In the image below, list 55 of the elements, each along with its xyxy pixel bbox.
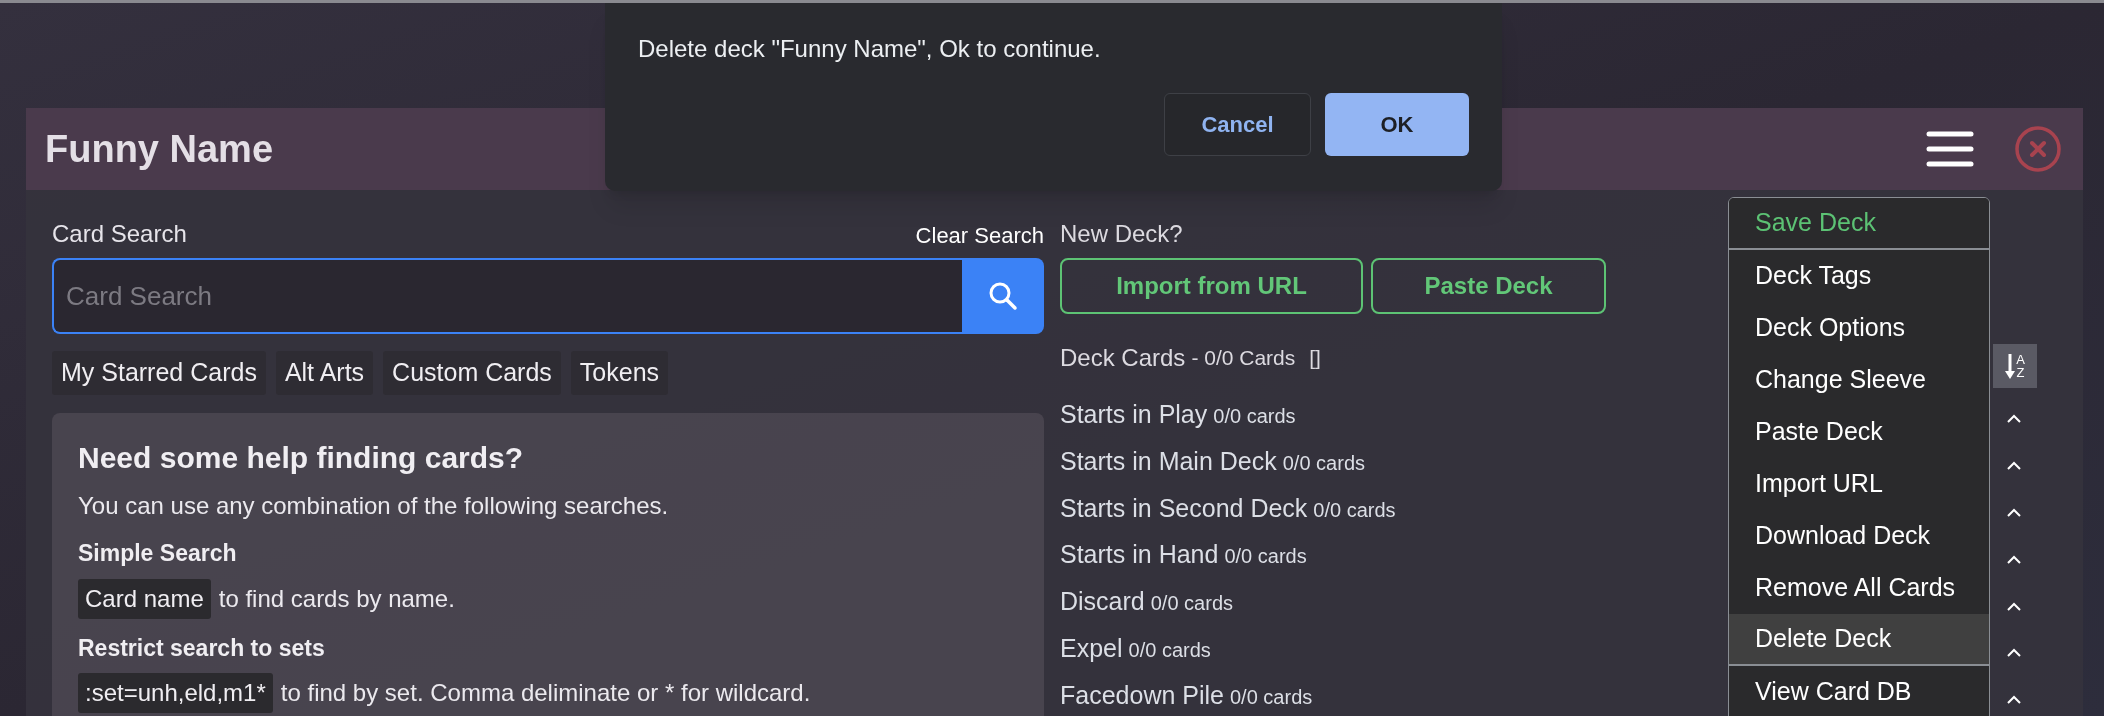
zone-count: 0/0 cards bbox=[1224, 544, 1307, 570]
sort-button[interactable]: A Z bbox=[1993, 344, 2037, 388]
filter-button[interactable]: My Starred Cards bbox=[52, 351, 266, 395]
collapse-icon[interactable] bbox=[2006, 414, 2022, 425]
cancel-button[interactable]: Cancel bbox=[1164, 93, 1311, 156]
deck-cards-heading: Deck Cards bbox=[1060, 343, 1186, 373]
deck-card-count: - 0/0 Cards bbox=[1191, 345, 1296, 372]
zone-name: Discard bbox=[1060, 586, 1145, 618]
search-icon bbox=[988, 281, 1018, 311]
filter-button[interactable]: Custom Cards bbox=[383, 351, 561, 395]
zone-count: 0/0 cards bbox=[1313, 497, 1396, 523]
zone-name: Starts in Main Deck bbox=[1060, 445, 1277, 477]
zone-count: 0/0 cards bbox=[1128, 638, 1211, 663]
zone-count: 0/0 cards bbox=[1150, 591, 1233, 617]
search-field[interactable]: Card Search bbox=[52, 258, 962, 334]
collapse-icon[interactable] bbox=[2006, 508, 2022, 518]
sort-letter: Z bbox=[2016, 366, 2025, 379]
collapse-icon[interactable] bbox=[2006, 648, 2022, 659]
collapse-icon[interactable] bbox=[2006, 601, 2022, 612]
example-description: to find by set. Comma deliminate or * for wildcard. bbox=[280, 678, 811, 708]
new-deck-label: New Deck? bbox=[1060, 219, 1183, 249]
collapse-icon[interactable] bbox=[2006, 461, 2022, 472]
help-intro: You can use any combination of the following searches. bbox=[78, 491, 670, 521]
zone-name: Starts in Play bbox=[1060, 399, 1208, 430]
menu-item[interactable]: Delete Deck bbox=[1729, 614, 1989, 666]
zone-count: 0/0 cards bbox=[1230, 684, 1313, 710]
zone-name: Facedown Pile bbox=[1060, 679, 1224, 711]
search-label: Card Search bbox=[52, 219, 187, 249]
help-heading: Need some help finding cards? bbox=[78, 440, 525, 476]
zone-name: Starts in Second Deck bbox=[1060, 492, 1308, 524]
filter-button[interactable]: Tokens bbox=[570, 351, 669, 395]
example-description: to find cards by name. bbox=[218, 583, 455, 614]
section-heading: Restrict search to sets bbox=[78, 633, 326, 663]
zone-name: Expel bbox=[1060, 633, 1123, 664]
new-deck-button[interactable]: Import from URL bbox=[1060, 258, 1363, 314]
zone-count: 0/0 cards bbox=[1213, 404, 1296, 429]
filter-button[interactable]: Alt Arts bbox=[275, 351, 374, 395]
deck-tags: [] bbox=[1309, 342, 1321, 374]
collapse-icon[interactable] bbox=[2006, 554, 2022, 565]
dialog-message: Delete deck "Funny Name", Ok to continue. bbox=[638, 34, 1102, 64]
search-example: :set=unh,eld,m1* bbox=[78, 673, 273, 713]
new-deck-button[interactable]: Paste Deck bbox=[1371, 258, 1606, 314]
search-example: Card name bbox=[78, 578, 211, 619]
menu-item[interactable]: Save Deck bbox=[1729, 198, 1989, 250]
section-heading: Simple Search bbox=[78, 539, 238, 568]
collapse-icon[interactable] bbox=[2006, 695, 2022, 706]
search-button[interactable] bbox=[962, 258, 1044, 334]
arrow-down-icon bbox=[2005, 352, 2016, 380]
window-title: Funny Name bbox=[45, 126, 274, 172]
ok-button[interactable]: OK bbox=[1325, 93, 1469, 156]
sort-letter: A bbox=[2016, 353, 2025, 366]
clear-search-link[interactable]: Clear Search bbox=[915, 219, 1044, 252]
menu-icon[interactable] bbox=[1926, 130, 1974, 168]
zone-count: 0/0 cards bbox=[1282, 450, 1365, 476]
zone-name: Starts in Hand bbox=[1060, 539, 1219, 571]
